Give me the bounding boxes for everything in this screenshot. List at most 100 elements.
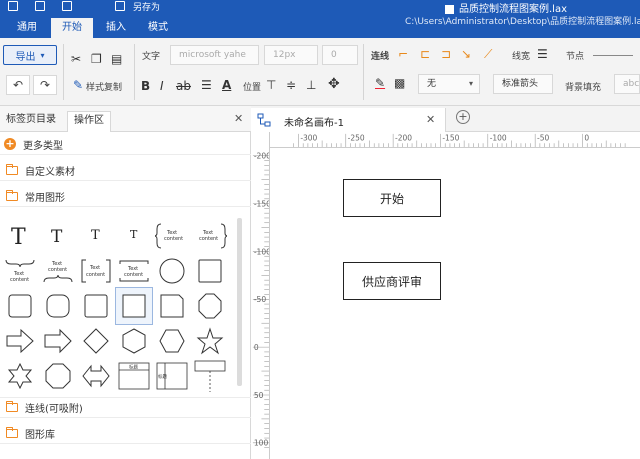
shape-text-small[interactable]: T xyxy=(78,218,114,254)
shape-double-arrow[interactable] xyxy=(78,358,114,394)
tab-operation-area[interactable]: 操作区 xyxy=(67,111,111,132)
canvas[interactable]: 开始 供应商评审 xyxy=(270,148,640,459)
shape-brace-bottom-text[interactable]: Text content xyxy=(40,253,76,289)
folder-icon xyxy=(6,426,18,438)
connector-elbow-icon[interactable]: ⊏ xyxy=(420,47,430,61)
tab-label-catalog[interactable]: 标签页目录 xyxy=(0,111,62,132)
connector-curved-icon[interactable]: ⊐ xyxy=(441,47,451,61)
open-icon[interactable] xyxy=(35,1,45,11)
export-button[interactable]: 导出 ▾ xyxy=(3,45,57,65)
shape-lifeline[interactable] xyxy=(192,358,228,394)
line-width-label[interactable]: 线宽 xyxy=(512,49,530,62)
chevron-down-icon: ▾ xyxy=(40,50,45,60)
align-icon[interactable]: ☰ xyxy=(201,78,212,92)
shape-rounded-rect[interactable] xyxy=(40,288,76,324)
undo-button[interactable]: ↶ xyxy=(6,75,30,95)
shape-circle[interactable] xyxy=(154,253,190,289)
save-icon[interactable] xyxy=(8,1,18,11)
tab-start[interactable]: 开始 xyxy=(51,18,93,38)
shape-bracket-text[interactable]: Text content xyxy=(78,253,114,289)
new-icon[interactable] xyxy=(62,1,72,11)
redo-button[interactable]: ↷ xyxy=(33,75,57,95)
bg-fill-input[interactable]: abc xyxy=(614,74,640,94)
copy-icon[interactable]: ❐ xyxy=(91,52,102,66)
shape-hexagon[interactable] xyxy=(116,323,152,359)
letter-spacing-select[interactable]: 0 xyxy=(322,45,358,65)
bg-fill-label[interactable]: 背景填充 xyxy=(565,80,601,93)
shape-hexagon-flat[interactable] xyxy=(154,323,190,359)
shape-table-side[interactable]: 标题 xyxy=(154,358,190,394)
shape-diamond[interactable] xyxy=(78,323,114,359)
flow-node-start[interactable]: 开始 xyxy=(343,179,441,217)
shape-rect-selected[interactable] xyxy=(115,287,153,325)
custom-assets-row[interactable]: 自定义素材 xyxy=(0,160,251,181)
shape-rounded-square[interactable] xyxy=(2,288,38,324)
font-color-icon[interactable]: A xyxy=(222,78,231,92)
add-tab-icon[interactable]: + xyxy=(456,110,470,124)
connector-line-icon[interactable]: ⟋ xyxy=(484,47,492,61)
node-line-preview[interactable] xyxy=(593,55,633,56)
shape-star[interactable] xyxy=(192,323,228,359)
shape-text-medium[interactable]: T xyxy=(40,218,76,254)
shape-text-tiny[interactable]: T xyxy=(116,218,152,254)
connector-arc-icon[interactable]: ↘ xyxy=(461,47,471,61)
align-middle-icon[interactable]: ≑ xyxy=(286,78,296,92)
bold-icon[interactable]: B xyxy=(141,79,150,93)
shape-bracket-horizontal-text[interactable]: Text content xyxy=(116,253,152,289)
line-color-icon[interactable]: ✎ xyxy=(375,76,385,90)
font-size-select[interactable]: 12px xyxy=(264,45,318,65)
arrow-start-select[interactable]: 无 ▾ xyxy=(418,74,480,94)
strikethrough-icon[interactable]: ab xyxy=(176,79,191,93)
paste-icon[interactable]: ▤ xyxy=(111,52,122,66)
shape-text-large[interactable]: T xyxy=(2,218,38,254)
connectors-row[interactable]: 连线(可吸附) xyxy=(0,397,251,418)
shape-brace-right-text[interactable]: Text content xyxy=(192,218,228,254)
shape-octagon-alt[interactable] xyxy=(40,358,76,394)
shape-rect[interactable] xyxy=(78,288,114,324)
shape-palette-scrollbar[interactable] xyxy=(237,218,242,386)
arrow-end-select[interactable]: 标准箭头 xyxy=(493,74,553,94)
align-top-icon[interactable]: ⊤ xyxy=(266,78,276,92)
more-types-row[interactable]: + 更多类型 xyxy=(0,134,251,155)
ruler-label: -300 xyxy=(300,133,317,142)
close-icon[interactable]: ✕ xyxy=(234,112,243,125)
tab-insert[interactable]: 插入 xyxy=(97,18,135,38)
format-painter-icon[interactable]: ✎ xyxy=(73,78,83,92)
plus-icon: + xyxy=(4,137,16,150)
align-bottom-icon[interactable]: ⊥ xyxy=(306,78,316,92)
italic-icon[interactable]: I xyxy=(160,79,164,93)
more-types-label: 更多类型 xyxy=(23,140,63,152)
shape-library-row[interactable]: 图形库 xyxy=(0,423,251,444)
fill-pattern-icon[interactable]: ▩ xyxy=(394,76,405,90)
save-as-icon[interactable] xyxy=(115,1,125,11)
common-shapes-row[interactable]: 常用图形 xyxy=(0,186,251,207)
shape-brace-top-text[interactable]: Text content xyxy=(2,253,38,289)
document-tab[interactable]: 未命名画布-1 ✕ xyxy=(251,108,446,132)
cut-icon[interactable]: ✂ xyxy=(71,52,81,66)
flow-node-supplier-review[interactable]: 供应商评审 xyxy=(343,262,441,300)
line-style-icon[interactable]: ☰ xyxy=(537,47,548,61)
tab-general[interactable]: 通用 xyxy=(8,18,46,38)
folder-icon xyxy=(6,163,18,175)
tab-mode[interactable]: 模式 xyxy=(139,18,177,38)
shape-brace-left-text[interactable]: Text content xyxy=(154,218,190,254)
format-painter-label[interactable]: 样式复制 xyxy=(86,80,122,93)
move-icon[interactable]: ✥ xyxy=(328,77,340,91)
folder-icon xyxy=(6,189,18,201)
font-family-select[interactable]: microsoft yahe xyxy=(170,45,259,65)
shape-square[interactable] xyxy=(192,253,228,289)
custom-assets-label: 自定义素材 xyxy=(25,166,75,178)
ruler-label: -100 xyxy=(254,247,270,256)
connector-straight-icon[interactable]: ⌐ xyxy=(398,47,408,61)
shape-arrow-right-alt[interactable] xyxy=(40,323,76,359)
shape-star-six[interactable] xyxy=(2,358,38,394)
shape-arrow-right[interactable] xyxy=(2,323,38,359)
shape-library-label: 图形库 xyxy=(25,429,55,441)
left-panel: 标签页目录 操作区 ✕ + 更多类型 自定义素材 常用图形 T T T T Te… xyxy=(0,106,251,459)
close-icon[interactable]: ✕ xyxy=(426,113,435,126)
shape-table-header[interactable]: 标题 xyxy=(116,358,152,394)
shape-octagon[interactable] xyxy=(192,288,228,324)
shape-snip-rect[interactable] xyxy=(154,288,190,324)
save-as-label[interactable]: 另存为 xyxy=(133,0,160,13)
position-label[interactable]: 位置 xyxy=(243,80,261,93)
